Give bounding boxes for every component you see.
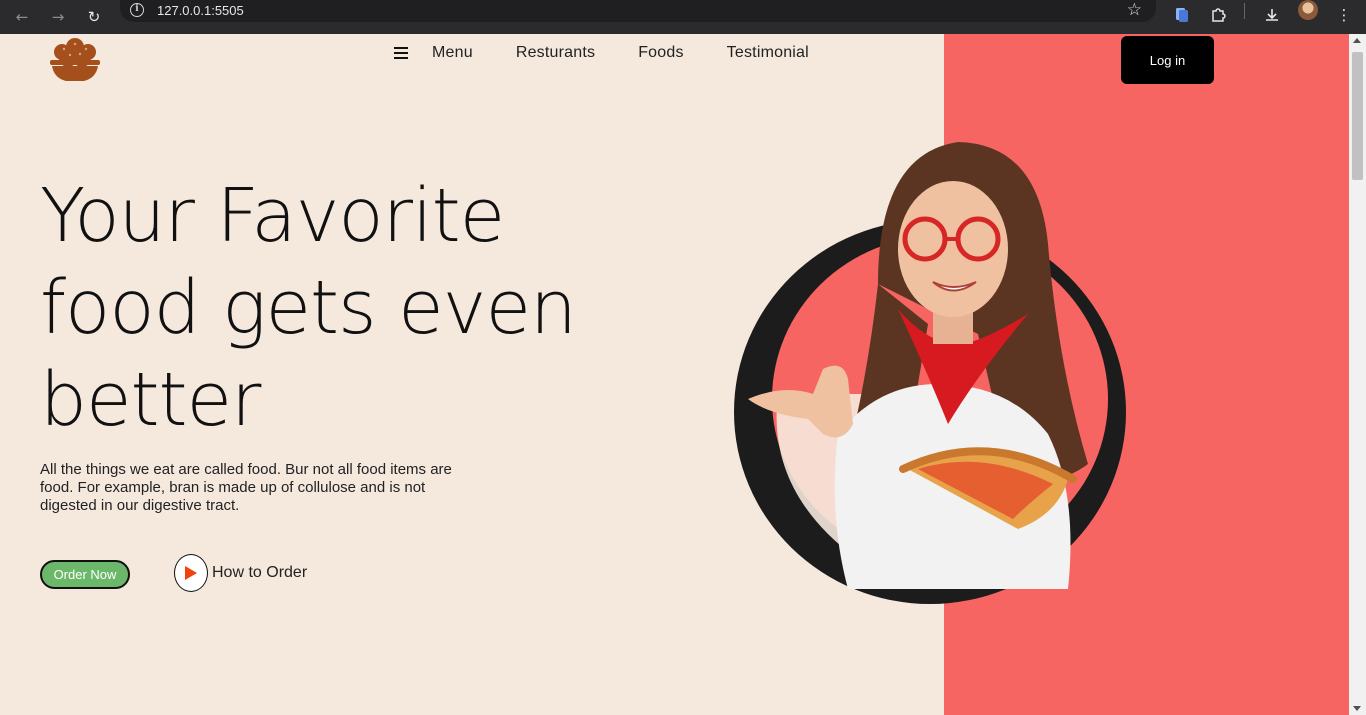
bookmark-star-icon[interactable]: ☆ [1127,0,1142,20]
how-to-order-link[interactable]: How to Order [212,564,307,582]
nav-link-testimonial[interactable]: Testimonial [727,44,809,62]
nav-link-foods[interactable]: Foods [638,44,683,62]
play-icon [185,566,197,580]
woman-with-pizza-image [734,142,1126,604]
page-scrollbar[interactable] [1349,34,1366,715]
food-bowl-logo[interactable] [48,38,102,84]
toolbar-separator [1244,3,1245,19]
browser-toolbar: ← → ↻ i 127.0.0.1:5505 ☆ ⋮ [0,0,1366,34]
hero-title-line-3: better [40,357,261,443]
site-info-icon[interactable]: i [130,3,144,17]
hero-title-line-2: food gets even [40,265,577,351]
url-text[interactable]: 127.0.0.1:5505 [157,3,244,18]
nav-link-menu[interactable]: Menu [432,44,473,62]
download-icon[interactable] [1260,3,1284,27]
puzzle-icon[interactable] [1206,3,1230,27]
forward-icon[interactable]: → [45,4,71,30]
reload-icon[interactable]: ↻ [81,4,107,30]
hamburger-menu-icon[interactable] [394,47,408,59]
main-nav: Menu Resturants Foods Testimonial [394,44,852,62]
nav-link-resturants[interactable]: Resturants [516,44,595,62]
scrollbar-thumb[interactable] [1352,52,1363,180]
address-bar[interactable]: i 127.0.0.1:5505 ☆ [120,0,1156,22]
back-icon[interactable]: ← [9,4,35,30]
scroll-down-icon[interactable] [1353,706,1361,711]
play-video-button[interactable] [174,554,208,592]
login-button[interactable]: Log in [1121,36,1214,84]
more-menu-icon[interactable]: ⋮ [1332,3,1356,27]
hero-title: Your Favorite food gets even better [40,170,660,446]
hero-description: All the things we eat are called food. B… [40,461,452,514]
order-now-button[interactable]: Order Now [40,560,130,589]
extension-icon[interactable] [1170,3,1194,27]
landing-page: Menu Resturants Foods Testimonial Log in… [0,34,1349,715]
hero-title-line-1: Your Favorite [40,173,505,259]
profile-avatar[interactable] [1298,0,1318,20]
scroll-up-icon[interactable] [1353,38,1361,43]
